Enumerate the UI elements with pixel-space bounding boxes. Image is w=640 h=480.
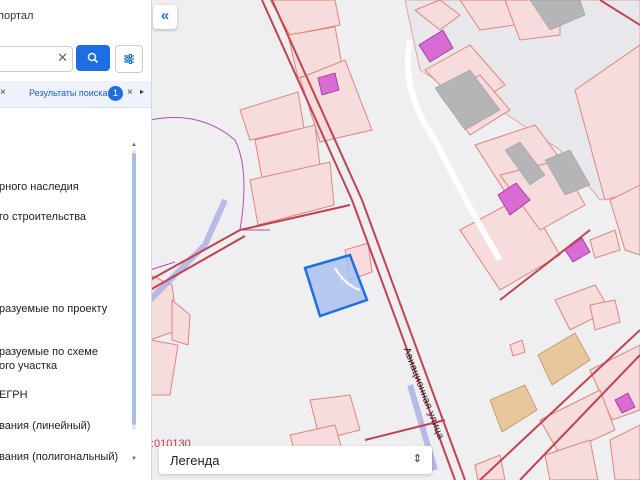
sliders-icon bbox=[124, 54, 134, 64]
expand-icon[interactable]: ⇕ bbox=[413, 452, 422, 465]
layer-item[interactable]: ЕГРН bbox=[0, 388, 28, 402]
filter-button[interactable] bbox=[115, 45, 143, 73]
results-count-badge: 1 bbox=[108, 86, 123, 101]
tabs-next-icon[interactable]: ▸ bbox=[140, 87, 144, 96]
search-icon bbox=[87, 52, 99, 64]
layer-item[interactable]: рного наследия bbox=[0, 180, 79, 194]
portal-title: портал bbox=[0, 10, 34, 22]
tabs-bar: × Результаты поиска 1 × ▸ bbox=[0, 81, 151, 108]
scrollbar-thumb[interactable] bbox=[132, 153, 136, 425]
scroll-down-icon[interactable]: ▼ bbox=[131, 456, 137, 462]
search-button[interactable] bbox=[76, 45, 110, 71]
layer-item[interactable]: вания (полигональный) bbox=[0, 450, 118, 464]
search-input[interactable]: ✕ bbox=[0, 46, 73, 72]
legend-dropdown[interactable]: Легенда ⇕ bbox=[159, 446, 432, 474]
side-panel: портал ✕ × Результаты поиска 1 × ▸ рного… bbox=[0, 0, 152, 480]
layer-item-cont[interactable]: ого участка bbox=[0, 359, 57, 373]
legend-label: Легенда bbox=[170, 453, 220, 468]
layer-item[interactable]: вания (линейный) bbox=[0, 419, 90, 433]
tab-close-icon[interactable]: × bbox=[0, 87, 6, 98]
close-icon[interactable]: ✕ bbox=[57, 50, 68, 66]
layer-item[interactable]: разуемые по схеме bbox=[0, 345, 98, 359]
layer-item[interactable]: го строительства bbox=[0, 210, 86, 224]
scroll-up-icon[interactable]: ▲ bbox=[131, 142, 137, 148]
layer-item[interactable]: разуемые по проекту bbox=[0, 302, 107, 316]
tab-search-results[interactable]: Результаты поиска bbox=[29, 88, 107, 98]
tab-results-close-icon[interactable]: × bbox=[127, 87, 133, 98]
collapse-panel-button[interactable]: « bbox=[153, 5, 177, 29]
